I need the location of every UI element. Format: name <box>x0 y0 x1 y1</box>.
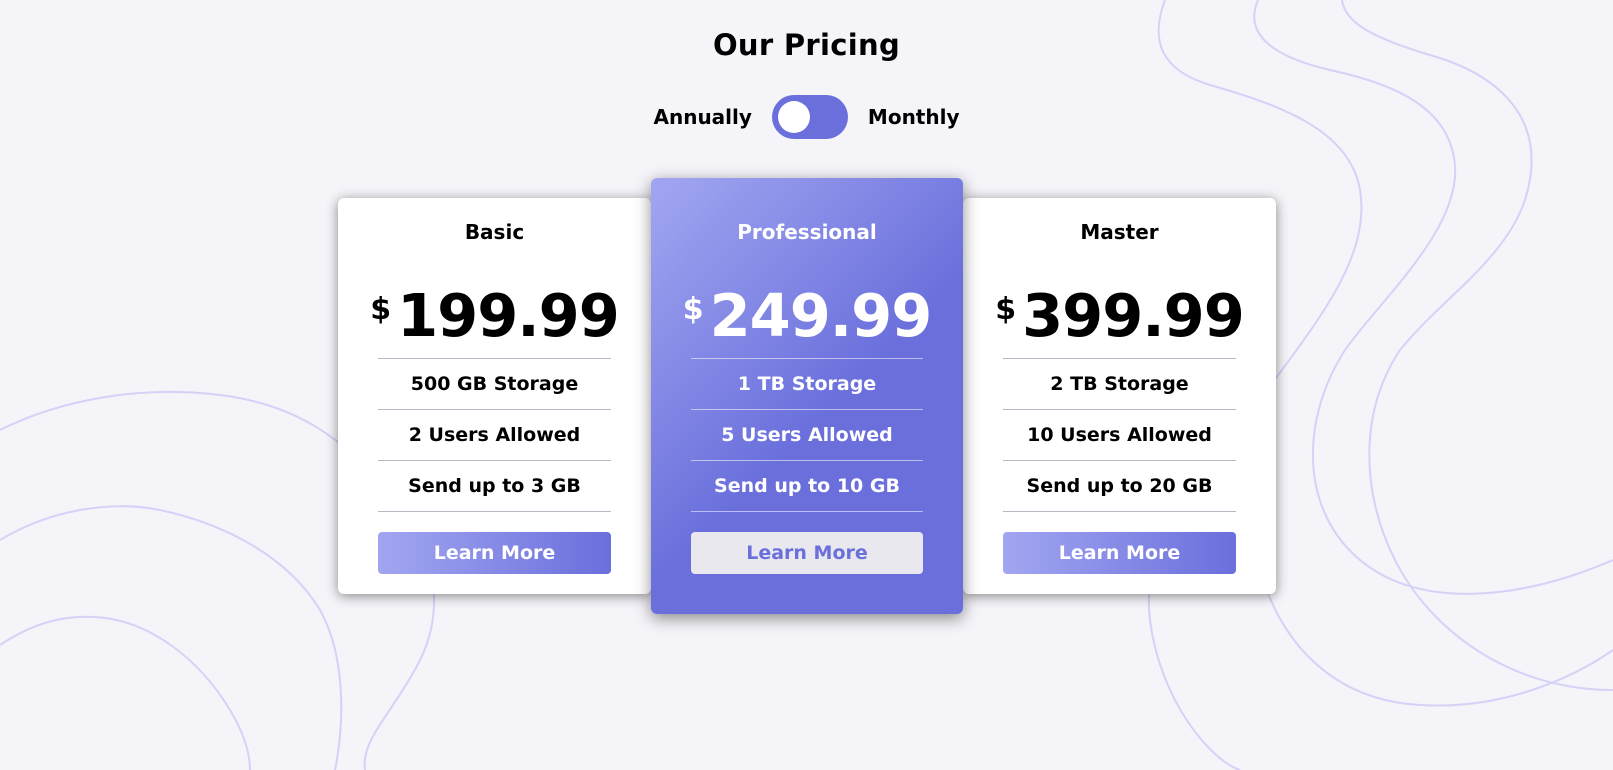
plan-name: Professional <box>737 220 877 244</box>
feature-storage: 500 GB Storage <box>378 358 611 409</box>
toggle-knob[interactable] <box>777 101 810 133</box>
feature-list: 2 TB Storage 10 Users Allowed Send up to… <box>1003 358 1236 512</box>
feature-send-limit: Send up to 3 GB <box>378 460 611 512</box>
plan-name: Basic <box>464 220 525 244</box>
learn-more-button-master[interactable]: Learn More <box>1003 532 1236 574</box>
currency-symbol: $ <box>682 292 704 327</box>
feature-users: 10 Users Allowed <box>1003 409 1236 460</box>
feature-send-limit: Send up to 20 GB <box>1003 460 1236 512</box>
feature-users: 5 Users Allowed <box>691 409 923 460</box>
feature-list: 500 GB Storage 2 Users Allowed Send up t… <box>378 358 611 512</box>
page-title: Our Pricing <box>712 28 901 62</box>
currency-symbol: $ <box>370 292 392 327</box>
learn-more-button-professional[interactable]: Learn More <box>691 532 923 574</box>
price-amount: 399.99 <box>1022 281 1245 350</box>
feature-send-limit: Send up to 10 GB <box>691 460 923 512</box>
pricing-card-professional: Professional $ 249.99 1 TB Storage 5 Use… <box>651 178 963 614</box>
learn-more-button-basic[interactable]: Learn More <box>378 532 611 574</box>
billing-period-toggle[interactable] <box>771 95 848 139</box>
toggle-label-annually[interactable]: Annually <box>653 105 751 129</box>
plan-price: $ 399.99 <box>963 282 1276 350</box>
toggle-label-monthly[interactable]: Monthly <box>868 105 960 129</box>
price-amount: 249.99 <box>709 281 933 350</box>
billing-toggle-row: Annually Monthly <box>0 95 1613 139</box>
pricing-card-master: Master $ 399.99 2 TB Storage 10 Users Al… <box>963 198 1276 594</box>
feature-storage: 2 TB Storage <box>1003 358 1236 409</box>
feature-users: 2 Users Allowed <box>378 409 611 460</box>
feature-list: 1 TB Storage 5 Users Allowed Send up to … <box>691 358 923 512</box>
plan-price: $ 199.99 <box>338 282 651 350</box>
plan-name: Master <box>1080 220 1159 244</box>
feature-storage: 1 TB Storage <box>691 358 923 409</box>
pricing-section: Our Pricing Annually Monthly Basic $ 199… <box>0 0 1613 770</box>
plan-price: $ 249.99 <box>651 282 963 350</box>
pricing-card-basic: Basic $ 199.99 500 GB Storage 2 Users Al… <box>338 198 651 594</box>
price-amount: 199.99 <box>397 281 620 350</box>
currency-symbol: $ <box>995 292 1017 327</box>
